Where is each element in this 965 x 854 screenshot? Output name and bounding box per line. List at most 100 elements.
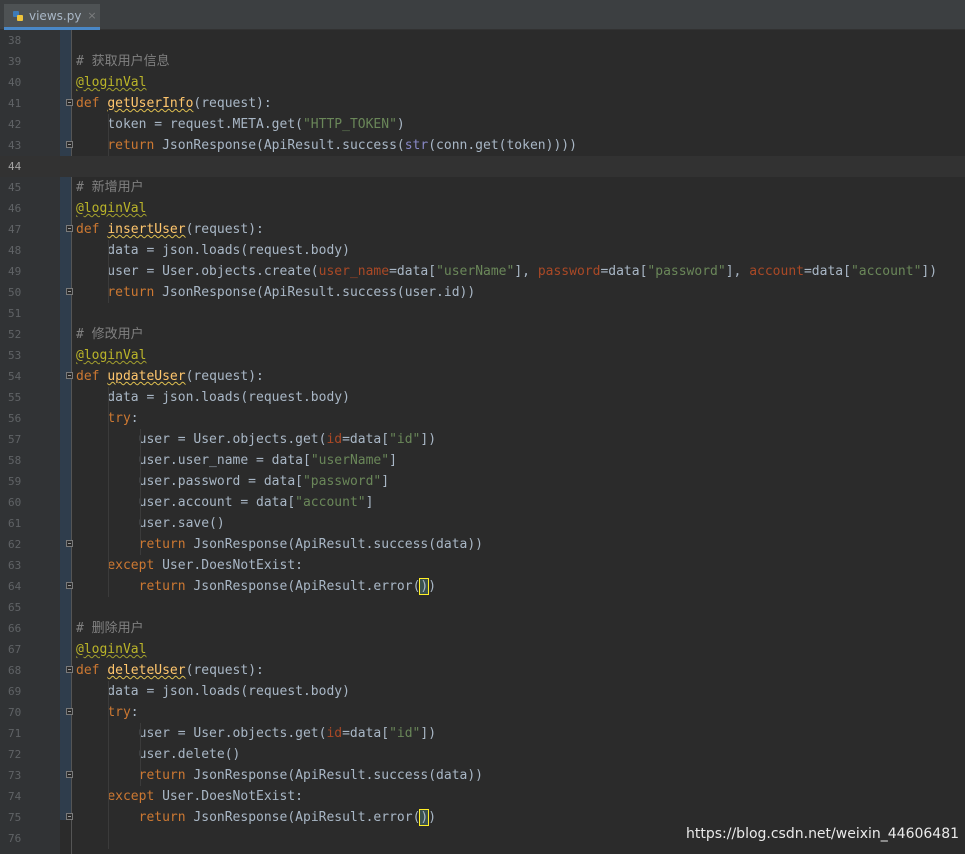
code-text: user.delete() xyxy=(76,747,241,762)
code-line[interactable]: 70 try: xyxy=(0,702,965,723)
line-number: 71 xyxy=(8,727,22,740)
watermark: https://blog.csdn.net/weixin_44606481 xyxy=(686,826,960,842)
code-line[interactable]: 41 def getUserInfo(request): xyxy=(0,93,965,114)
indent-guide xyxy=(140,723,141,786)
code-text: user = User.objects.get(id=data["id"]) xyxy=(76,726,437,741)
code-line[interactable]: 62 return JsonResponse(ApiResult.success… xyxy=(0,534,965,555)
code-line[interactable]: 64 return JsonResponse(ApiResult.error()… xyxy=(0,576,965,597)
line-number: 60 xyxy=(8,496,22,509)
code-line[interactable]: 40 @loginVal xyxy=(0,72,965,93)
fold-toggle-icon[interactable] xyxy=(66,99,73,106)
code-text: @loginVal xyxy=(76,348,147,363)
code-line[interactable]: 71 user = User.objects.get(id=data["id"]… xyxy=(0,723,965,744)
code-line[interactable]: 48 data = json.loads(request.body) xyxy=(0,240,965,261)
code-text: @loginVal xyxy=(76,75,147,90)
code-text: user = User.objects.get(id=data["id"]) xyxy=(76,432,437,447)
code-line[interactable]: 49 user = User.objects.create(user_name=… xyxy=(0,261,965,282)
code-line[interactable]: 44 xyxy=(0,156,965,177)
line-number: 74 xyxy=(8,790,22,803)
code-line[interactable]: 74 except User.DoesNotExist: xyxy=(0,786,965,807)
code-text: return JsonResponse(ApiResult.success(st… xyxy=(107,138,577,153)
code-line[interactable]: 69 data = json.loads(request.body) xyxy=(0,681,965,702)
code-line[interactable]: 52 # 修改用户 xyxy=(0,324,965,345)
line-number: 38 xyxy=(8,34,22,47)
code-line[interactable]: 53 @loginVal xyxy=(0,345,965,366)
code-line[interactable]: 66 # 删除用户 xyxy=(0,618,965,639)
line-number: 67 xyxy=(8,643,22,656)
close-tab-icon[interactable]: × xyxy=(87,9,96,22)
indent-guide xyxy=(108,240,109,303)
line-number: 46 xyxy=(8,202,22,215)
fold-toggle-icon[interactable] xyxy=(66,813,73,820)
indent-guide xyxy=(108,387,109,597)
code-text: except User.DoesNotExist: xyxy=(107,789,303,804)
line-number: 54 xyxy=(8,370,22,383)
code-text: return JsonResponse(ApiResult.success(us… xyxy=(107,285,476,300)
code-text: @loginVal xyxy=(76,642,147,657)
code-line[interactable]: 50 return JsonResponse(ApiResult.success… xyxy=(0,282,965,303)
tab-filename: views.py xyxy=(29,8,82,23)
code-line[interactable]: 61 user.save() xyxy=(0,513,965,534)
code-line[interactable]: 42 token = request.META.get("HTTP_TOKEN"… xyxy=(0,114,965,135)
code-line[interactable]: 43 return JsonResponse(ApiResult.success… xyxy=(0,135,965,156)
line-number: 55 xyxy=(8,391,22,404)
code-line[interactable]: 58 user.user_name = data["userName"] xyxy=(0,450,965,471)
code-line[interactable]: 73 return JsonResponse(ApiResult.success… xyxy=(0,765,965,786)
line-number: 66 xyxy=(8,622,22,635)
code-line[interactable]: 60 user.account = data["account"] xyxy=(0,492,965,513)
line-number: 42 xyxy=(8,118,22,131)
code-line[interactable]: 59 user.password = data["password"] xyxy=(0,471,965,492)
fold-toggle-icon[interactable] xyxy=(66,771,73,778)
indent-guide xyxy=(140,429,141,555)
fold-toggle-icon[interactable] xyxy=(66,372,73,379)
code-line[interactable]: 56 try: xyxy=(0,408,965,429)
editor-tab-bar: views.py × xyxy=(0,0,965,30)
tab-views-py[interactable]: views.py × xyxy=(4,4,100,30)
fold-toggle-icon[interactable] xyxy=(66,225,73,232)
line-number: 39 xyxy=(8,55,22,68)
code-line[interactable]: 63 except User.DoesNotExist: xyxy=(0,555,965,576)
line-number: 72 xyxy=(8,748,22,761)
fold-toggle-icon[interactable] xyxy=(66,582,73,589)
line-number: 75 xyxy=(8,811,22,824)
code-text: @loginVal xyxy=(76,201,147,216)
code-text: return JsonResponse(ApiResult.success(da… xyxy=(138,768,484,783)
line-number: 76 xyxy=(8,832,22,845)
fold-toggle-icon[interactable] xyxy=(66,141,73,148)
line-number: 61 xyxy=(8,517,22,530)
fold-toggle-icon[interactable] xyxy=(66,540,73,547)
line-number: 73 xyxy=(8,769,22,782)
line-number: 68 xyxy=(8,664,22,677)
indent-guide xyxy=(108,681,109,849)
code-line[interactable]: 68 def deleteUser(request): xyxy=(0,660,965,681)
code-line[interactable]: 46 @loginVal xyxy=(0,198,965,219)
code-text: user.account = data["account"] xyxy=(76,495,374,510)
line-number: 40 xyxy=(8,76,22,89)
code-line[interactable]: 75 return JsonResponse(ApiResult.error()… xyxy=(0,807,965,828)
fold-toggle-icon[interactable] xyxy=(66,708,73,715)
code-line[interactable]: 47 def insertUser(request): xyxy=(0,219,965,240)
code-text: user.password = data["password"] xyxy=(76,474,390,489)
code-line[interactable]: 45 # 新增用户 xyxy=(0,177,965,198)
line-number: 59 xyxy=(8,475,22,488)
code-text: # 删除用户 xyxy=(76,621,144,636)
code-line[interactable]: 51 xyxy=(0,303,965,324)
code-text: data = json.loads(request.body) xyxy=(76,390,350,405)
code-line[interactable]: 65 xyxy=(0,597,965,618)
code-line[interactable]: 55 data = json.loads(request.body) xyxy=(0,387,965,408)
code-text: return JsonResponse(ApiResult.success(da… xyxy=(138,537,484,552)
code-text: # 获取用户信息 xyxy=(76,54,170,69)
fold-toggle-icon[interactable] xyxy=(66,288,73,295)
code-line[interactable]: 57 user = User.objects.get(id=data["id"]… xyxy=(0,429,965,450)
fold-toggle-icon[interactable] xyxy=(66,666,73,673)
code-text: return JsonResponse(ApiResult.error()) xyxy=(138,809,437,826)
line-number: 45 xyxy=(8,181,22,194)
line-number: 58 xyxy=(8,454,22,467)
code-line[interactable]: 39 # 获取用户信息 xyxy=(0,51,965,72)
code-line[interactable]: 67 @loginVal xyxy=(0,639,965,660)
code-text: user.user_name = data["userName"] xyxy=(76,453,397,468)
code-line[interactable]: 38 xyxy=(0,30,965,51)
python-file-icon xyxy=(13,10,23,21)
code-line[interactable]: 72 user.delete() xyxy=(0,744,965,765)
code-line[interactable]: 54 def updateUser(request): xyxy=(0,366,965,387)
